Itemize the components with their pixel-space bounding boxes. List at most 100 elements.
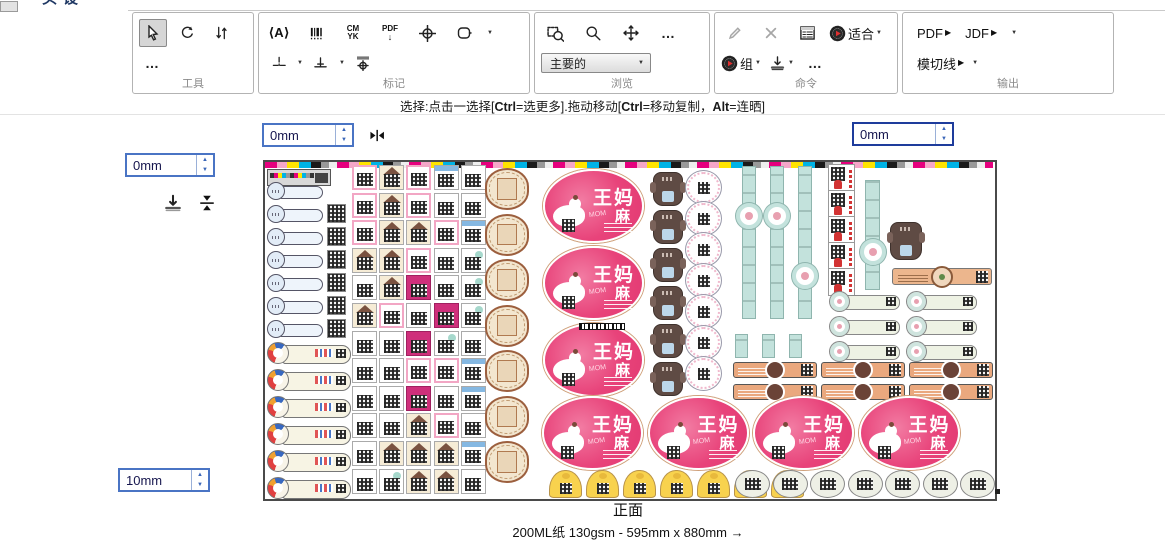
white-circle-label[interactable] [685,232,722,267]
pink-circle-label[interactable]: 王妈麻MOM [543,323,644,397]
right-gap-value[interactable]: 0mm [854,124,935,144]
pink-circle-label[interactable]: 王妈麻MOM [542,396,643,470]
spoon-h-label[interactable] [907,317,977,336]
grid-cell-label[interactable] [461,413,486,438]
center-horizontal-button[interactable] [364,123,390,147]
grid-cell-label[interactable] [461,441,486,466]
grid-cell-label[interactable] [352,248,377,273]
teal-stub-label[interactable] [735,334,748,358]
grid-cell-label[interactable] [406,331,431,356]
view-select-dropdown[interactable]: 主要的 ▼ [541,53,651,73]
edit-button[interactable] [721,19,749,47]
ribbon-tab[interactable]: 头设 [42,0,132,11]
grid-cell-label[interactable] [461,469,486,494]
grid-cell-label[interactable] [406,248,431,273]
fit-button[interactable]: 适合 ▼ [829,24,882,43]
bottom-gap-arrows[interactable]: ▲▼ [191,470,208,490]
spoon-cream-label[interactable] [267,423,351,446]
grid-cell-label[interactable] [352,275,377,300]
spoon-h-label[interactable] [830,292,900,311]
grid-cell-label[interactable] [352,165,377,190]
swap-updown-tool-button[interactable] [207,19,235,47]
oval-qr-label[interactable] [923,470,958,498]
oval-qr-label[interactable] [885,470,920,498]
spoon-cream-label[interactable] [267,369,351,392]
grid-cell-label[interactable] [461,386,486,411]
zoom-area-button[interactable] [541,19,569,47]
rotate-tool-button[interactable] [173,19,201,47]
yellow-blob-label[interactable] [697,470,730,498]
white-circle-label[interactable] [685,294,722,329]
top-gap-arrows[interactable]: ▲▼ [335,125,352,145]
register-mark-button[interactable] [413,19,441,47]
grid-cell-label[interactable] [379,441,404,466]
spoon-blue-label[interactable] [267,320,323,339]
left-gap-arrows[interactable]: ▲▼ [196,155,213,175]
yellow-blob-label[interactable] [549,470,582,498]
teal-strip-label[interactable] [742,166,756,319]
grid-cell-label[interactable] [379,358,404,383]
teal-strip-label[interactable] [865,180,880,290]
spoon-h-label[interactable] [907,342,977,361]
grid-cell-label[interactable] [461,165,486,190]
spoon-h-label[interactable] [830,317,900,336]
qr-mini-label[interactable] [327,227,346,246]
grid-cell-label[interactable] [434,275,459,300]
cookie-label[interactable] [485,168,529,210]
teapot-label[interactable] [653,248,683,282]
grid-cell-label[interactable] [434,220,459,245]
qr-mini-label[interactable] [327,319,346,338]
yellow-blob-label[interactable] [660,470,693,498]
spoon-cream-label[interactable] [267,396,351,419]
grid-cell-label[interactable] [461,220,486,245]
barcode-label[interactable] [579,323,625,330]
spoon-blue-label[interactable] [267,228,323,247]
browse-more-button[interactable]: … [655,19,683,47]
grid-cell-label[interactable] [406,193,431,218]
imposition-sheet[interactable]: 王妈麻MOM王妈麻MOM王妈麻MOM王妈麻MOM王妈麻MOM王妈麻MOM王妈麻M… [263,160,997,501]
grid-cell-label[interactable] [461,193,486,218]
grid-cell-label[interactable] [434,469,459,494]
delete-button[interactable] [757,19,785,47]
center-mark-caret-icon[interactable]: ▼ [339,60,345,66]
grid-cell-label[interactable] [379,165,404,190]
grid-cell-label[interactable] [379,220,404,245]
cookie-label[interactable] [485,396,529,438]
spoon-blue-label[interactable] [267,297,323,316]
oval-qr-label[interactable] [773,470,808,498]
pink-circle-label[interactable]: 王妈麻MOM [543,246,644,320]
cookie-label[interactable] [485,441,529,483]
brown-band-label[interactable] [733,362,817,378]
grid-cell-label[interactable] [379,275,404,300]
qr-label-label[interactable] [828,190,855,218]
spoon-blue-label[interactable] [267,205,323,224]
spoon-cream-label[interactable] [267,342,351,365]
grid-cell-label[interactable] [406,275,431,300]
oval-qr-label[interactable] [810,470,845,498]
crop-mark-caret-icon[interactable]: ▼ [297,60,303,66]
export-pdf-button[interactable]: PDF ▶ [917,26,951,41]
import-button[interactable]: ▼ [769,55,794,71]
corner-mark-caret-icon[interactable]: ▼ [487,30,493,36]
grid-cell-label[interactable] [461,275,486,300]
grid-cell-label[interactable] [379,193,404,218]
spoon-blue-label[interactable] [267,274,323,293]
gradient-target-button[interactable] [349,49,377,77]
teapot-label[interactable] [653,286,683,320]
white-circle-label[interactable] [685,201,722,236]
grid-cell-label[interactable] [352,358,377,383]
oval-qr-label[interactable] [848,470,883,498]
qr-label-label[interactable] [828,242,855,270]
teal-stub-label[interactable] [789,334,802,358]
grid-cell-label[interactable] [406,413,431,438]
grid-cell-label[interactable] [379,386,404,411]
jdf-caret-icon[interactable]: ▼ [1011,30,1017,36]
crop-mark-button[interactable] [265,49,293,77]
grid-cell-label[interactable] [461,248,486,273]
pink-circle-label[interactable]: 王妈麻MOM [648,396,749,470]
pink-circle-label[interactable]: 王妈麻MOM [859,396,960,470]
pdf-mark-button[interactable]: PDF↓ [376,19,404,47]
teapot-label[interactable] [653,172,683,206]
spoon-h-label[interactable] [907,292,977,311]
window-button[interactable] [0,1,18,12]
